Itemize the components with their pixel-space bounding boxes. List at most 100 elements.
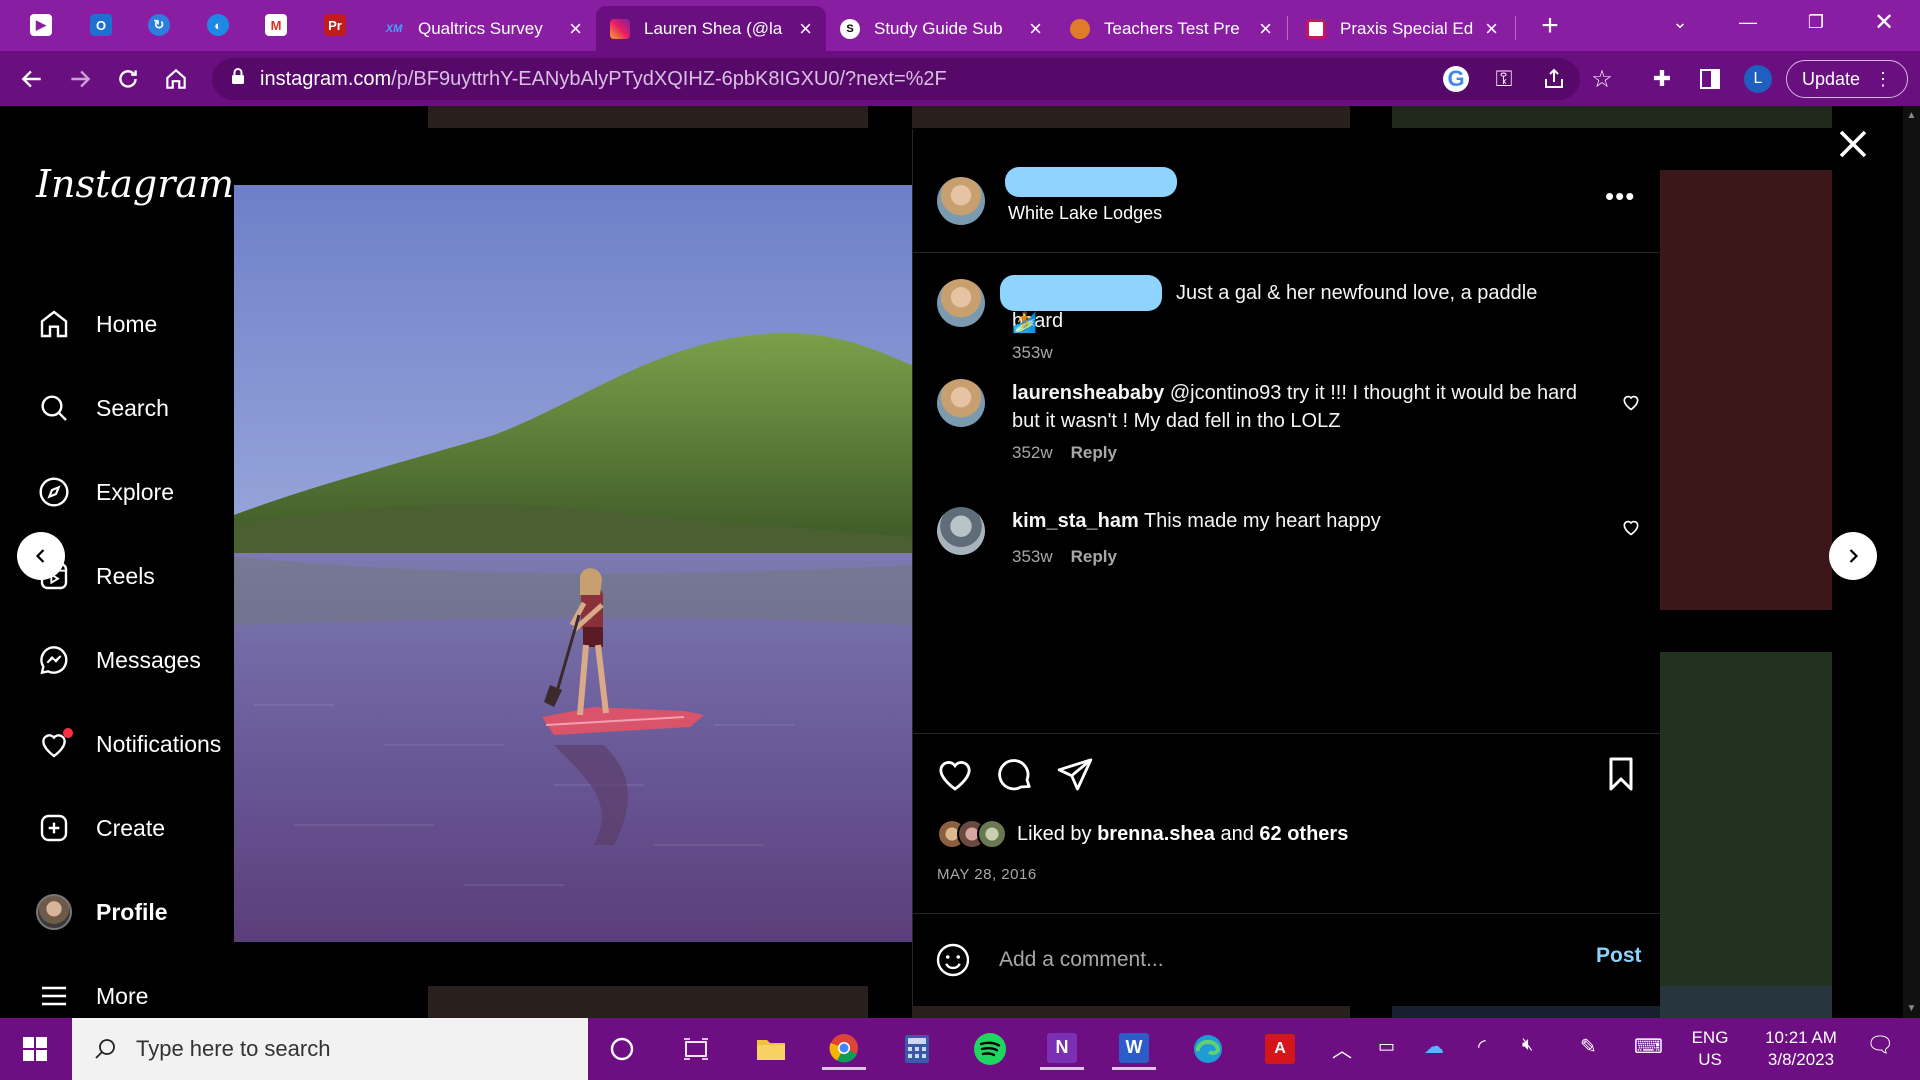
onedrive-cloud-icon[interactable]: ☁ xyxy=(1424,1034,1444,1059)
comment-timestamp[interactable]: 352w xyxy=(1012,443,1053,462)
scroll-up-icon[interactable]: ▲ xyxy=(1903,110,1920,121)
bookmark-star-icon[interactable]: ☆ xyxy=(1582,59,1622,99)
forward-button[interactable] xyxy=(60,59,100,99)
profile-avatar[interactable]: L xyxy=(1744,65,1772,93)
reply-button[interactable]: Reply xyxy=(1071,443,1117,462)
sidebar-item-profile[interactable]: Profile xyxy=(36,888,168,936)
minimize-button[interactable]: — xyxy=(1714,0,1782,44)
like-heart-icon[interactable] xyxy=(935,754,975,794)
battery-icon[interactable]: ▭ xyxy=(1378,1036,1395,1057)
share-icon[interactable] xyxy=(1534,59,1574,99)
taskbar-search-input[interactable] xyxy=(136,1036,576,1062)
back-button[interactable] xyxy=(12,59,52,99)
input-language[interactable]: ENG US xyxy=(1688,1027,1732,1071)
sidebar-item-more[interactable]: More xyxy=(36,972,148,1018)
chrome-icon[interactable] xyxy=(822,1028,866,1070)
pinned-tab-premiere[interactable]: Pr xyxy=(314,8,356,42)
pinned-tab-gmail[interactable]: M xyxy=(255,8,297,42)
file-explorer-icon[interactable] xyxy=(749,1028,793,1070)
comment-bubble-icon[interactable] xyxy=(995,754,1035,794)
update-button[interactable]: Update ⋮ xyxy=(1786,60,1908,98)
previous-post-button[interactable] xyxy=(17,532,65,580)
page-scrollbar[interactable]: ▲ ▼ xyxy=(1903,106,1920,1018)
author-avatar[interactable] xyxy=(937,177,985,225)
restore-button[interactable]: ❐ xyxy=(1782,0,1850,44)
spotify-icon[interactable] xyxy=(968,1028,1012,1070)
start-button[interactable] xyxy=(0,1018,70,1080)
menu-icon xyxy=(36,978,72,1014)
pen-icon[interactable]: ✎ xyxy=(1580,1034,1597,1059)
caption-timestamp[interactable]: 353w xyxy=(1012,343,1053,362)
extensions-puzzle-icon[interactable]: ✚ xyxy=(1642,59,1682,99)
tab-search-chevron-icon[interactable]: ⌄ xyxy=(1646,0,1714,44)
pinned-tab-edge-sync[interactable]: ↻ xyxy=(138,8,180,42)
google-lens-icon[interactable]: G xyxy=(1436,59,1476,99)
home-button[interactable] xyxy=(156,59,196,99)
save-bookmark-icon[interactable] xyxy=(1601,754,1641,794)
commenter-avatar[interactable] xyxy=(937,507,985,555)
edge-icon[interactable] xyxy=(1186,1028,1230,1070)
post-location[interactable]: White Lake Lodges xyxy=(1008,203,1162,224)
post-photo[interactable] xyxy=(234,185,912,942)
share-paper-plane-icon[interactable] xyxy=(1055,754,1095,794)
pinned-tab-purple-app[interactable]: ▶ xyxy=(20,8,62,42)
tab-study-guide[interactable]: S Study Guide Sub × xyxy=(826,6,1056,51)
new-tab-button[interactable]: + xyxy=(1530,6,1570,46)
like-comment-heart-icon[interactable] xyxy=(1621,392,1641,412)
onenote-icon[interactable]: N xyxy=(1040,1028,1084,1070)
window-close-button[interactable]: ✕ xyxy=(1850,0,1918,44)
scroll-down-icon[interactable]: ▼ xyxy=(1903,1003,1920,1014)
cortana-icon[interactable] xyxy=(600,1028,644,1070)
close-tab-icon[interactable]: × xyxy=(1485,17,1498,40)
commenter-avatar[interactable] xyxy=(937,379,985,427)
tab-instagram[interactable]: Lauren Shea (@la × xyxy=(596,6,826,51)
taskbar-search[interactable] xyxy=(72,1018,588,1080)
wifi-icon[interactable]: ◜ xyxy=(1478,1034,1486,1059)
tab-teachers-test[interactable]: Teachers Test Pre × xyxy=(1056,6,1286,51)
reply-button[interactable]: Reply xyxy=(1071,547,1117,566)
acrobat-icon[interactable]: A xyxy=(1258,1028,1302,1070)
close-icon[interactable] xyxy=(1835,126,1871,162)
sidebar-item-create[interactable]: Create xyxy=(36,804,165,852)
speaker-muted-icon[interactable]: 🔇︎ xyxy=(1522,1034,1533,1055)
post-date[interactable]: MAY 28, 2016 xyxy=(937,866,1037,883)
add-comment-input[interactable] xyxy=(999,940,1559,980)
sidebar-item-notifications[interactable]: Notifications xyxy=(36,720,221,768)
more-options-icon[interactable]: ••• xyxy=(1605,181,1635,212)
tray-overflow-chevron-icon[interactable]: ︿ xyxy=(1332,1034,1352,1063)
task-view-icon[interactable] xyxy=(674,1028,718,1070)
post-comment-button[interactable]: Post xyxy=(1596,944,1642,968)
tab-qualtrics[interactable]: XM Qualtrics Survey × xyxy=(370,6,596,51)
word-icon[interactable]: W xyxy=(1112,1028,1156,1070)
clock[interactable]: 10:21 AM 3/8/2023 xyxy=(1746,1027,1856,1071)
comment-text: kim_sta_ham This made my heart happy xyxy=(1012,507,1592,535)
next-post-button[interactable] xyxy=(1829,532,1877,580)
password-key-icon[interactable]: ⚿ xyxy=(1484,59,1524,99)
reload-button[interactable] xyxy=(108,59,148,99)
sidebar-item-explore[interactable]: Explore xyxy=(36,468,174,516)
close-tab-icon[interactable]: × xyxy=(1259,17,1272,40)
close-tab-icon[interactable]: × xyxy=(1029,17,1042,40)
calculator-icon[interactable] xyxy=(895,1028,939,1070)
liked-by-user[interactable]: brenna.shea xyxy=(1097,823,1215,845)
side-panel-icon[interactable] xyxy=(1690,59,1730,99)
tab-praxis[interactable]: Praxis Special Ed × xyxy=(1292,6,1512,51)
sidebar-item-messages[interactable]: Messages xyxy=(36,636,201,684)
pinned-tab-copilot[interactable]: ◐ xyxy=(197,8,239,42)
liked-by-others[interactable]: 62 others xyxy=(1259,823,1348,845)
comment-username[interactable]: laurensheababy xyxy=(1012,382,1164,404)
sidebar-item-search[interactable]: Search xyxy=(36,384,169,432)
close-tab-icon[interactable]: × xyxy=(799,17,812,40)
author-avatar[interactable] xyxy=(937,279,985,327)
sidebar-item-home[interactable]: Home xyxy=(36,300,157,348)
close-tab-icon[interactable]: × xyxy=(569,17,582,40)
action-center-icon[interactable]: 🗨︎ xyxy=(1866,1032,1894,1058)
like-comment-heart-icon[interactable] xyxy=(1621,517,1641,537)
instagram-logo[interactable]: Instagram xyxy=(36,162,234,206)
touch-keyboard-icon[interactable]: ⌨ xyxy=(1634,1034,1663,1059)
address-bar[interactable]: instagram.com/p/BF9uyttrhY-EANybAlyPTydX… xyxy=(212,58,1580,100)
comment-timestamp[interactable]: 353w xyxy=(1012,547,1053,566)
emoji-smiley-icon[interactable] xyxy=(935,942,971,978)
pinned-tab-outlook[interactable]: O xyxy=(80,8,122,42)
comment-username[interactable]: kim_sta_ham xyxy=(1012,510,1139,532)
